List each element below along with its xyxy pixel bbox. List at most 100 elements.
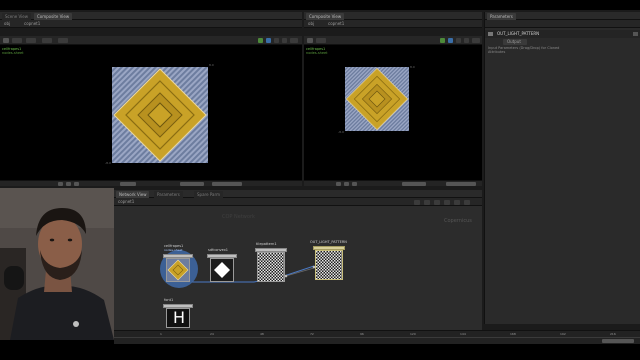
left-coord-tr: 8.0 (209, 63, 214, 67)
node-out-light-pattern[interactable] (315, 250, 343, 280)
timeline-range-field[interactable] (602, 339, 634, 343)
node-out-label: OUT_LIGHT_PATTERN (310, 240, 347, 244)
timeline-tick: 192 (560, 332, 566, 336)
mid-tool-btn-6[interactable] (472, 38, 480, 43)
left-tool-btn-7[interactable] (274, 38, 279, 43)
network-tabstrip: Network View Parameters Spare Parm (114, 190, 482, 198)
net-tool-2[interactable] (434, 200, 440, 205)
node-sdfconvex[interactable] (210, 258, 234, 282)
left-status-btn-4[interactable] (180, 182, 204, 186)
timeline-tick: 120 (410, 332, 416, 336)
left-status-btn-1[interactable] (66, 182, 71, 186)
checker-icon (316, 251, 342, 279)
mid-status-btn-3[interactable] (402, 182, 426, 186)
node-font[interactable]: H (166, 308, 190, 328)
diamond-white-icon (214, 262, 230, 278)
left-viewport[interactable]: cellfrapes1 nodes-sheet 8.0 -8.0 (0, 45, 302, 180)
left-pattern-image (112, 67, 208, 163)
network-tab-0[interactable]: Network View (116, 191, 150, 198)
left-tab-1[interactable]: Composite View (34, 13, 73, 20)
mid-viewer-toolbar (304, 36, 482, 45)
parameters-panel: Parameters OUT_LIGHT_PATTERN Output Inpu… (484, 12, 640, 324)
mid-tool-btn-1[interactable] (316, 38, 326, 43)
left-node-path2[interactable]: copnet1 (24, 21, 40, 26)
net-tool-5[interactable] (464, 200, 470, 205)
mid-node-path2[interactable]: copnet1 (328, 21, 344, 26)
left-tool-btn-8[interactable] (282, 38, 287, 43)
network-tab-2[interactable]: Spare Parm (194, 191, 223, 198)
left-pane-tabstrip: Scene View Composite View (0, 12, 302, 20)
timeline-tick: 72 (310, 332, 314, 336)
left-status-btn-0[interactable] (58, 182, 63, 186)
network-toolbar: copnet1 (114, 198, 482, 206)
left-tool-btn-6[interactable] (266, 38, 271, 43)
left-status-btn-5[interactable] (212, 182, 242, 186)
mid-tool-btn-0[interactable] (307, 38, 313, 43)
mid-tool-btn-4[interactable] (456, 38, 461, 43)
net-tool-0[interactable] (414, 200, 420, 205)
section-tab[interactable]: Output (503, 39, 527, 45)
timeline-tick: 96 (360, 332, 364, 336)
left-tool-btn-1[interactable] (12, 38, 22, 43)
timeline-tick: 48 (260, 332, 264, 336)
param-line: Attributes (488, 50, 506, 54)
left-tool-btn-5[interactable] (258, 38, 263, 43)
left-viewer-toolbar (0, 36, 302, 45)
left-tool-btn-4[interactable] (58, 38, 68, 43)
network-tab-1[interactable]: Parameters (154, 191, 183, 198)
left-tab-0[interactable]: Scene View (2, 13, 31, 20)
right-tab-0[interactable]: Parameters (487, 13, 516, 20)
network-editor[interactable]: COP Network Copernicus cellfrapes1 nodes… (114, 206, 482, 330)
right-path-row (485, 20, 640, 28)
node-name-label[interactable]: OUT_LIGHT_PATTERN (497, 31, 539, 36)
top-black-band (0, 0, 640, 10)
node-type-icon (488, 32, 493, 36)
mid-status-btn-1[interactable] (344, 182, 349, 186)
mid-tool-btn-5[interactable] (464, 38, 469, 43)
node-cellfrapes-sub: nodes-sheet (164, 248, 183, 252)
node-menu-icon[interactable] (633, 32, 638, 36)
node-name-row: OUT_LIGHT_PATTERN (485, 30, 640, 38)
left-tool-btn-9[interactable] (290, 38, 298, 43)
node-tilepattern[interactable] (257, 252, 285, 282)
mid-viewport-sublabel: nodes-sheet (306, 51, 328, 55)
left-tool-btn-0[interactable] (3, 38, 9, 43)
timeline-tick: 1 (160, 332, 162, 336)
net-tool-3[interactable] (444, 200, 450, 205)
timeline-track (114, 337, 640, 338)
right-tabstrip: Parameters (485, 12, 640, 20)
timeline-tick: 24 (210, 332, 214, 336)
letter-h-icon: H (173, 308, 186, 327)
checker-icon (258, 253, 284, 281)
timeline-tick: 144 (460, 332, 466, 336)
mid-status-btn-4[interactable] (446, 182, 476, 186)
left-node-path[interactable]: obj (4, 21, 10, 26)
net-tool-4[interactable] (454, 200, 460, 205)
mid-tool-btn-2[interactable] (440, 38, 445, 43)
left-status-btn-3[interactable] (120, 182, 136, 186)
mid-path-row: obj copnet1 (304, 20, 482, 28)
node-cellfrapes[interactable] (166, 258, 190, 282)
mid-status-btn-0[interactable] (336, 182, 341, 186)
node-sdf-label: sdfconvex1 (208, 248, 229, 252)
mid-pattern-image (345, 67, 409, 131)
network-path[interactable]: copnet1 (118, 199, 134, 204)
left-status-btn-2[interactable] (74, 182, 79, 186)
diamond-yellow-icon (167, 259, 189, 281)
node-tile-label: tilepattern1 (256, 242, 277, 246)
presenter-video (0, 188, 114, 340)
left-tool-btn-2[interactable] (26, 38, 36, 43)
net-tool-1[interactable] (424, 200, 430, 205)
mid-tool-btn-3[interactable] (448, 38, 453, 43)
left-viewport-sublabel: nodes-sheet (2, 51, 24, 55)
left-status-row (0, 180, 302, 186)
mid-status-btn-2[interactable] (352, 182, 357, 186)
left-coord-bl: -8.0 (105, 161, 111, 165)
timeline[interactable]: 1 24 48 72 96 120 144 168 192 216 (114, 330, 640, 344)
mid-node-path[interactable]: obj (308, 21, 314, 26)
mid-tab-0[interactable]: Composite View (306, 13, 345, 20)
timeline-tick: 216 (610, 332, 616, 336)
left-path-row: obj copnet1 (0, 20, 302, 28)
left-tool-btn-3[interactable] (42, 38, 52, 43)
mid-viewport[interactable]: cellfrapes1 nodes-sheet 8.0 -8.0 (304, 45, 482, 180)
